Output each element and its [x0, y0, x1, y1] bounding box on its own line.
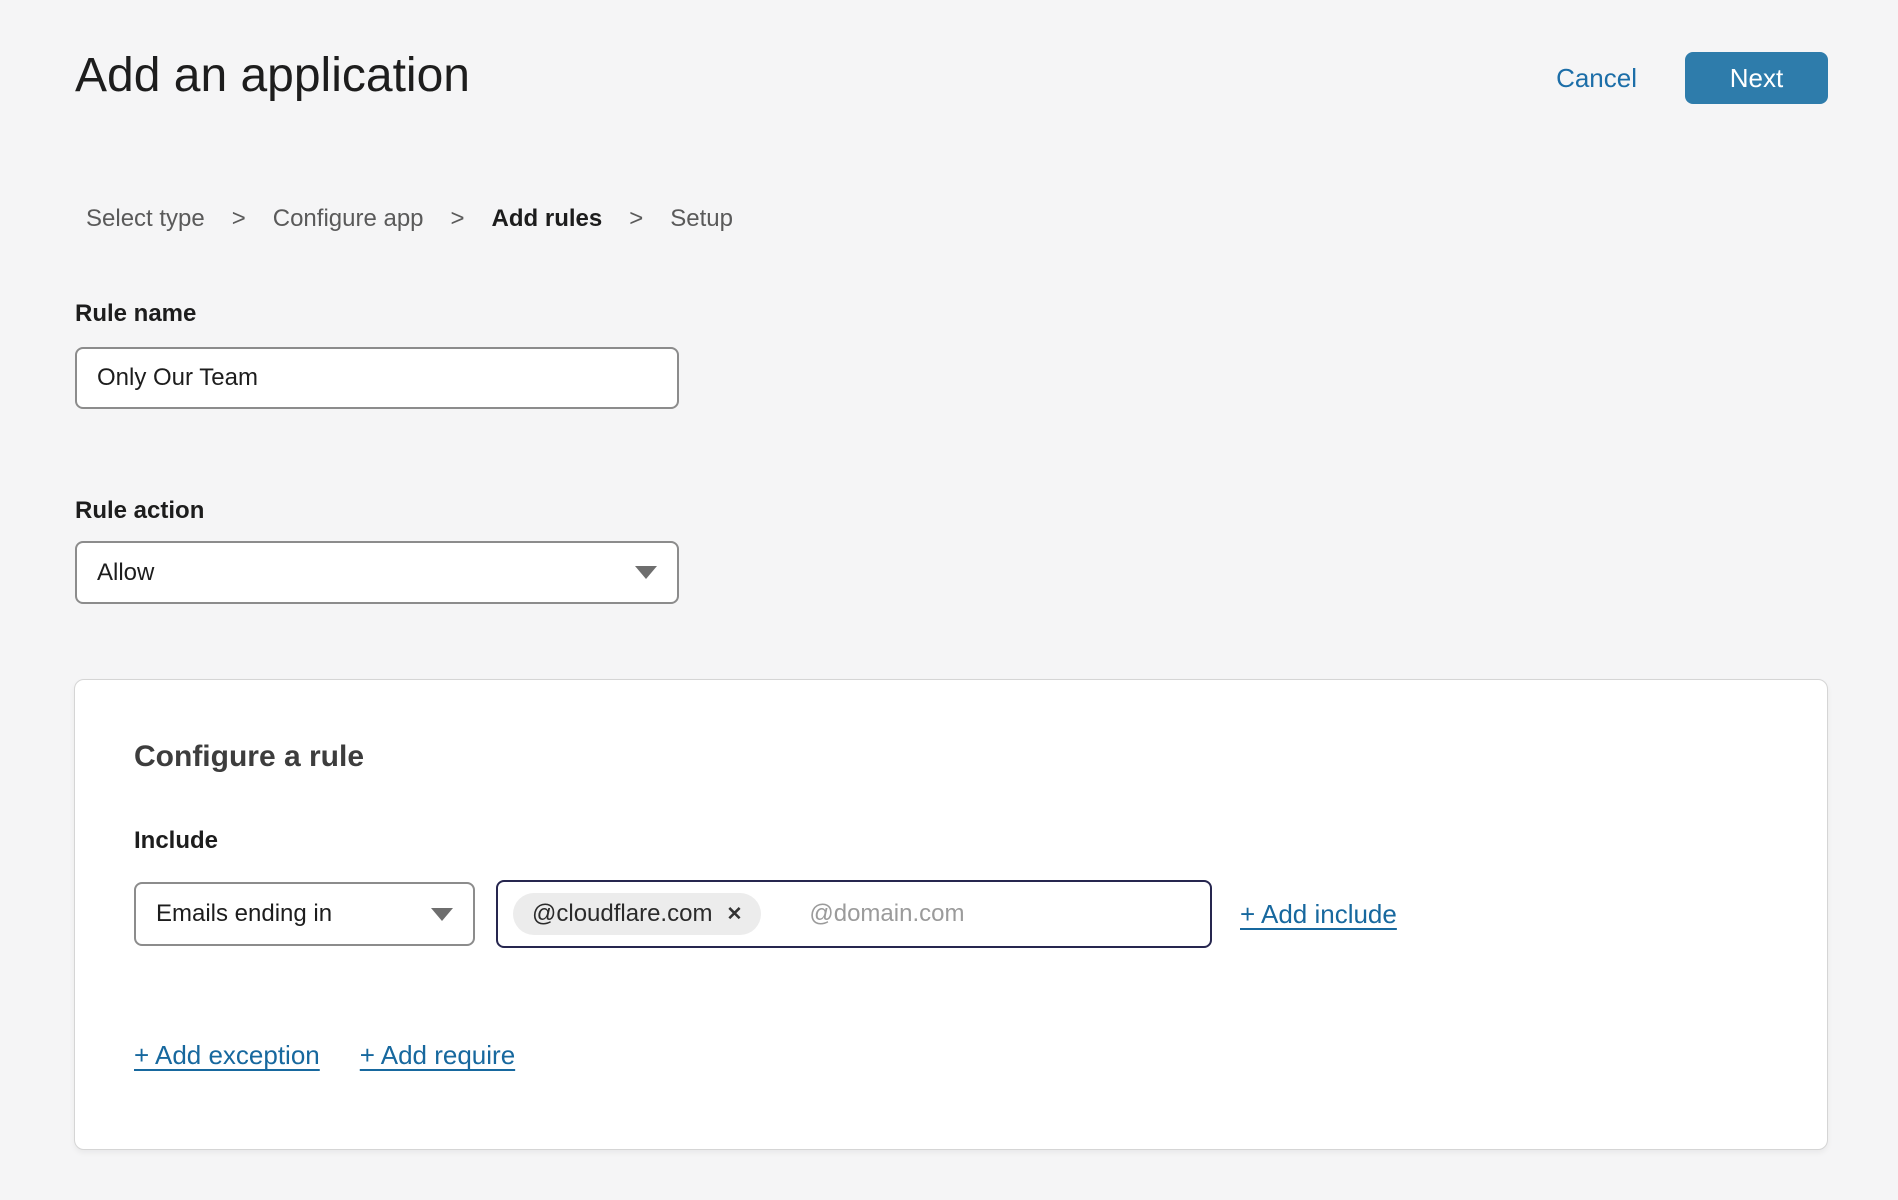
breadcrumb-separator: > [451, 205, 465, 233]
rule-card: Configure a rule Include Emails ending i… [74, 679, 1828, 1150]
rule-action-label: Rule action [75, 497, 204, 525]
rule-action-select[interactable]: Allow [75, 541, 679, 604]
page-title: Add an application [75, 48, 470, 103]
add-require-link[interactable]: + Add require [360, 1040, 515, 1071]
rule-card-title: Configure a rule [134, 740, 364, 774]
include-row: Emails ending in @cloudflare.com ✕ + Add… [134, 880, 1397, 948]
breadcrumb-separator: > [232, 205, 246, 233]
rule-name-label: Rule name [75, 300, 196, 328]
breadcrumb-step-select-type[interactable]: Select type [86, 205, 205, 233]
breadcrumb-separator: > [629, 205, 643, 233]
breadcrumb-step-setup[interactable]: Setup [670, 205, 733, 233]
include-selector-value: Emails ending in [156, 900, 332, 928]
chevron-down-icon [635, 566, 657, 579]
rule-name-input[interactable] [75, 347, 679, 409]
rule-action-selected-value: Allow [97, 559, 154, 587]
domain-input[interactable] [809, 900, 1196, 928]
include-selector-select[interactable]: Emails ending in [134, 882, 475, 946]
include-label: Include [134, 827, 218, 855]
email-tag-label: @cloudflare.com [532, 900, 712, 928]
email-tag-chip: @cloudflare.com ✕ [513, 893, 761, 935]
email-tag-input-box[interactable]: @cloudflare.com ✕ [496, 880, 1212, 948]
add-exception-link[interactable]: + Add exception [134, 1040, 320, 1071]
chevron-down-icon [431, 908, 453, 921]
breadcrumb: Select type > Configure app > Add rules … [86, 205, 733, 233]
cancel-button[interactable]: Cancel [1556, 63, 1637, 94]
add-include-link[interactable]: + Add include [1240, 899, 1397, 930]
breadcrumb-step-configure-app[interactable]: Configure app [273, 205, 424, 233]
header-actions: Cancel Next [1556, 52, 1828, 104]
breadcrumb-step-add-rules[interactable]: Add rules [492, 205, 603, 233]
rule-card-links: + Add exception + Add require [134, 1040, 515, 1071]
remove-tag-icon[interactable]: ✕ [726, 905, 742, 924]
next-button[interactable]: Next [1685, 52, 1828, 104]
